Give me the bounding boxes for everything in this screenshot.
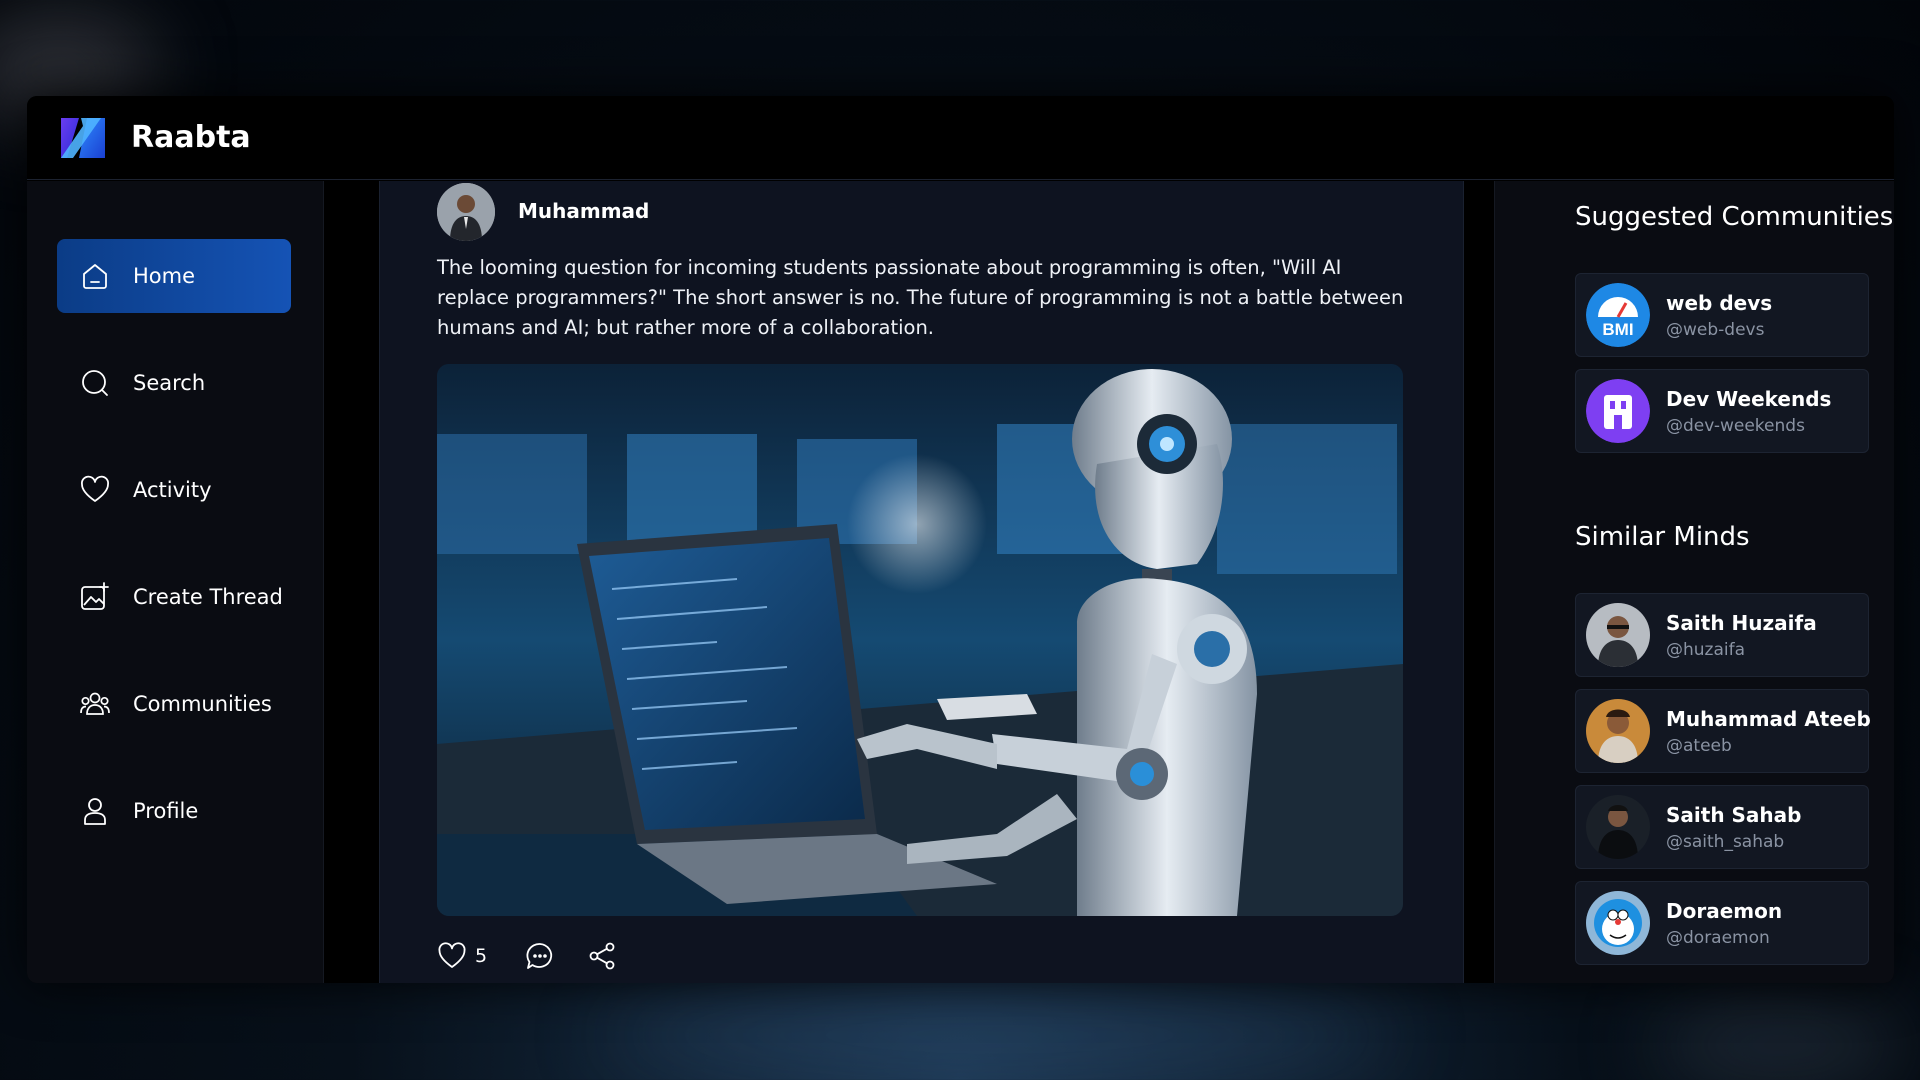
nav-profile[interactable]: Profile — [57, 774, 291, 848]
like-count: 5 — [475, 945, 488, 967]
nav-label: Activity — [133, 478, 212, 502]
user-name: Doraemon — [1666, 898, 1783, 923]
share-button[interactable] — [587, 941, 617, 971]
nav-label: Search — [133, 371, 206, 395]
post-image — [437, 364, 1403, 916]
similar-minds-title: Similar Minds — [1575, 522, 1750, 552]
right-panel: Suggested Communities BMI web devs @web-… — [1494, 181, 1894, 983]
communities-icon — [80, 692, 110, 715]
user-avatar — [1586, 795, 1650, 859]
user-handle: @doraemon — [1666, 927, 1770, 948]
heart-icon — [81, 475, 109, 502]
user-card[interactable]: Doraemon @doraemon — [1575, 881, 1869, 965]
user-name: Saith Sahab — [1666, 802, 1802, 827]
heart-icon — [438, 942, 466, 968]
nav-home[interactable]: Home — [57, 239, 291, 313]
nav-communities[interactable]: Communities — [57, 667, 291, 741]
suggested-communities-title: Suggested Communities — [1575, 202, 1894, 232]
profile-icon — [84, 798, 106, 825]
nav-search[interactable]: Search — [57, 346, 291, 420]
post-author-name[interactable]: Muhammad — [518, 199, 649, 223]
community-handle: @web-devs — [1666, 319, 1765, 340]
user-name: Muhammad Ateeb — [1666, 706, 1871, 731]
community-handle: @dev-weekends — [1666, 415, 1805, 436]
post-author-avatar[interactable] — [437, 183, 495, 241]
community-card[interactable]: BMI web devs @web-devs — [1575, 273, 1869, 357]
nav-label: Profile — [133, 799, 199, 823]
community-name: web devs — [1666, 290, 1773, 315]
community-avatar — [1586, 379, 1650, 443]
community-name: Dev Weekends — [1666, 386, 1832, 411]
left-sidebar: Home Search Activity Create Thread Commu… — [27, 181, 324, 983]
user-card[interactable]: Saith Huzaifa @huzaifa — [1575, 593, 1869, 677]
user-handle: @saith_sahab — [1666, 831, 1785, 852]
user-name: Saith Huzaifa — [1666, 610, 1817, 635]
create-thread-icon — [81, 582, 109, 610]
app-window: Raabta Home Search Activity Create Threa… — [27, 96, 1894, 983]
nav-label: Communities — [133, 692, 272, 716]
search-icon — [82, 370, 108, 396]
user-avatar — [1586, 699, 1650, 763]
nav-label: Home — [133, 264, 196, 288]
home-icon — [83, 264, 107, 289]
nav-label: Create Thread — [133, 585, 283, 609]
reply-button[interactable] — [525, 941, 555, 971]
top-bar: Raabta — [27, 96, 1894, 180]
background-blur — [600, 990, 1400, 1080]
community-avatar-text: BMI — [1602, 320, 1633, 339]
comment-icon — [526, 943, 553, 969]
background-blur — [1650, 1000, 1910, 1080]
user-handle: @huzaifa — [1666, 639, 1746, 660]
share-icon — [589, 942, 615, 970]
user-card[interactable]: Saith Sahab @saith_sahab — [1575, 785, 1869, 869]
raabta-logo-icon[interactable] — [57, 112, 109, 164]
post-actions: 5 — [437, 941, 617, 971]
like-button[interactable]: 5 — [437, 941, 487, 971]
user-handle: @ateeb — [1666, 735, 1732, 756]
app-name: Raabta — [131, 120, 251, 155]
feed: Muhammad The looming question for incomi… — [379, 181, 1464, 983]
user-card[interactable]: Muhammad Ateeb @ateeb — [1575, 689, 1871, 773]
community-card[interactable]: Dev Weekends @dev-weekends — [1575, 369, 1869, 453]
community-avatar: BMI — [1586, 283, 1650, 347]
user-avatar — [1586, 603, 1650, 667]
nav-activity[interactable]: Activity — [57, 453, 291, 527]
post-text: The looming question for incoming studen… — [437, 256, 1404, 339]
nav-create-thread[interactable]: Create Thread — [57, 560, 291, 634]
user-avatar — [1586, 891, 1650, 955]
